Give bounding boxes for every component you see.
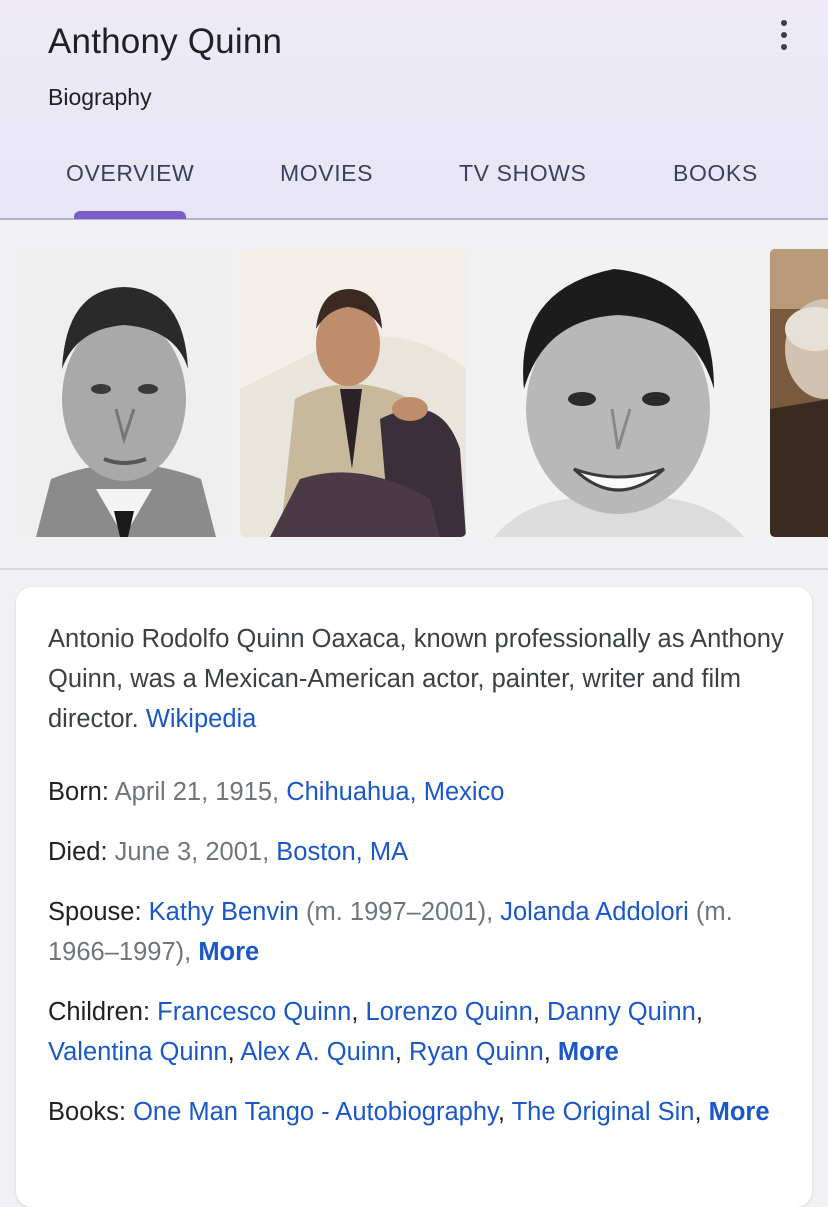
fact-born: Born: April 21, 1915, Chihuahua, Mexico (48, 772, 793, 812)
tab-movies[interactable]: MOVIES (280, 160, 373, 187)
fact-label-books: Books: (48, 1098, 126, 1126)
spouse-more-link[interactable]: More (198, 938, 259, 966)
fact-books: Books: One Man Tango - Autobiography, Th… (48, 1098, 770, 1126)
portrait-photo-4[interactable] (770, 249, 828, 537)
image-carousel[interactable] (0, 220, 828, 570)
active-tab-indicator (74, 211, 186, 219)
children-more-link[interactable]: More (558, 1038, 619, 1066)
fact-label-born: Born: (48, 778, 109, 806)
spouse-link[interactable]: Jolanda Addolori (500, 898, 689, 926)
fact-died: Died: June 3, 2001, Boston, MA (48, 832, 793, 872)
fact-label-children: Children: (48, 998, 151, 1026)
child-link[interactable]: Valentina Quinn (48, 1038, 228, 1066)
spouse-link[interactable]: Kathy Benvin (149, 898, 299, 926)
fact-label-died: Died: (48, 838, 108, 866)
portrait-photo-1[interactable] (16, 249, 232, 537)
entity-subtitle: Biography (48, 84, 152, 110)
child-link[interactable]: Danny Quinn (547, 998, 696, 1026)
book-link[interactable]: One Man Tango - Autobiography (133, 1098, 498, 1126)
died-date: June 3, 2001, (114, 838, 270, 866)
child-link[interactable]: Francesco Quinn (157, 998, 351, 1026)
fact-spouse: Spouse: Kathy Benvin (m. 1997–2001), Jol… (48, 892, 793, 972)
book-link[interactable]: The Original Sin (512, 1098, 695, 1126)
tab-books[interactable]: BOOKS (673, 160, 758, 187)
tab-overview[interactable]: OVERVIEW (66, 160, 194, 187)
born-date: April 21, 1915, (114, 778, 280, 806)
portrait-photo-2[interactable] (240, 249, 466, 537)
wikipedia-link[interactable]: Wikipedia (146, 705, 257, 733)
entity-description: Antonio Rodolfo Quinn Oaxaca, known prof… (48, 619, 788, 739)
entity-title: Anthony Quinn (48, 22, 283, 61)
died-place-link[interactable]: Boston, MA (276, 838, 408, 866)
child-link[interactable]: Lorenzo Quinn (366, 998, 533, 1026)
info-card: Antonio Rodolfo Quinn Oaxaca, known prof… (16, 587, 812, 1207)
books-more-link[interactable]: More (709, 1098, 770, 1126)
child-link[interactable]: Ryan Quinn (409, 1038, 544, 1066)
fact-children: Children: Francesco Quinn, Lorenzo Quinn… (48, 998, 703, 1066)
knowledge-panel-header: Anthony Quinn Biography OVERVIEW MOVIES … (0, 0, 828, 220)
tab-tv-shows[interactable]: TV SHOWS (459, 160, 586, 187)
born-place-link[interactable]: Chihuahua, Mexico (286, 778, 504, 806)
spouse-years: (m. 1997–2001), (306, 898, 494, 926)
fact-label-spouse: Spouse: (48, 898, 142, 926)
child-link[interactable]: Alex A. Quinn (240, 1038, 395, 1066)
portrait-photo-3[interactable] (474, 249, 762, 537)
more-options-icon[interactable] (772, 20, 796, 50)
